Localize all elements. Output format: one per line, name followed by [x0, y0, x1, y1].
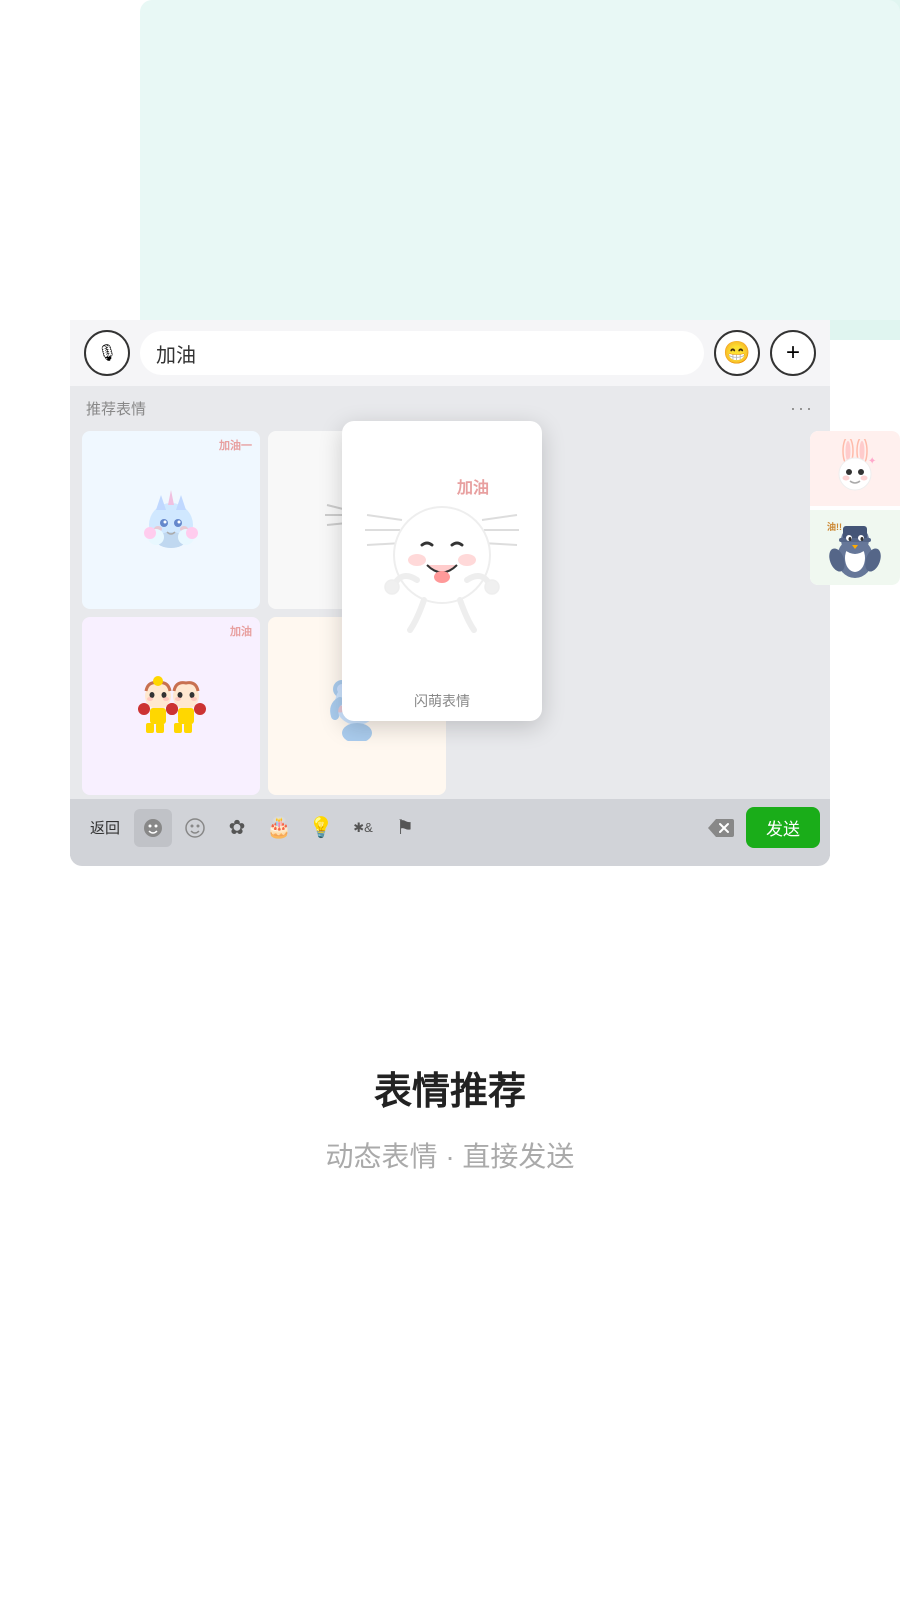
flag-tab-icon[interactable]: ⚑	[386, 809, 424, 847]
special-tab-icon[interactable]: ✱&	[344, 809, 382, 847]
feature-subtitle: 动态表情 · 直接发送	[326, 1135, 575, 1175]
input-bar: 🎙 😁 +	[70, 320, 830, 386]
keyboard-toolbar: 返回 ✿ 🎂 💡 ✱& ⚑	[70, 799, 830, 856]
emoji-icon: 😁	[723, 340, 750, 366]
plus-button[interactable]: +	[770, 330, 816, 376]
message-input[interactable]	[140, 331, 704, 375]
voice-icon: 🎙	[97, 343, 117, 363]
sticker-overflow-right: ✦	[810, 431, 900, 585]
sticker-panel-title: 推荐表情	[86, 398, 146, 419]
flower-tab-icon[interactable]: ✿	[218, 809, 256, 847]
sticker-label-1: 加油一	[219, 437, 252, 453]
sticker-image-5	[100, 635, 242, 777]
popup-sticker-display: 加油	[350, 433, 534, 687]
cake-tab-icon[interactable]: 🎂	[260, 809, 298, 847]
emoji-button[interactable]: 😁	[714, 330, 760, 376]
feature-title: 表情推荐	[374, 1060, 526, 1115]
delete-button[interactable]	[698, 809, 742, 847]
sticker-image-1	[100, 449, 242, 591]
popup-label: 闪萌表情	[414, 687, 470, 711]
bulb-tab-icon[interactable]: 💡	[302, 809, 340, 847]
back-button[interactable]: 返回	[80, 811, 130, 844]
sticker-item-5[interactable]: 加油	[82, 617, 260, 795]
emoji-tab-icon[interactable]	[134, 809, 172, 847]
send-button[interactable]: 发送	[746, 807, 820, 848]
voice-button[interactable]: 🎙	[84, 330, 130, 376]
sticker-more-button[interactable]: ···	[790, 398, 814, 419]
svg-text:✦: ✦	[868, 456, 876, 467]
chat-area	[140, 0, 900, 320]
keyboard-container: 🎙 😁 + 推荐表情 ··· 加油一	[70, 320, 830, 866]
plus-icon: +	[786, 339, 800, 367]
sticker-item-1[interactable]: 加油一	[82, 431, 260, 609]
svg-text:油!!: 油!!	[827, 521, 842, 532]
sticker-panel: 推荐表情 ··· 加油一	[70, 386, 830, 799]
sticker-popup[interactable]: 加油	[342, 421, 542, 721]
bottom-section: 表情推荐 动态表情 · 直接发送	[0, 1000, 900, 1175]
sticker-label-5: 加油	[230, 623, 252, 639]
smiley-tab-icon[interactable]	[176, 809, 214, 847]
svg-text:加油: 加油	[456, 478, 489, 497]
